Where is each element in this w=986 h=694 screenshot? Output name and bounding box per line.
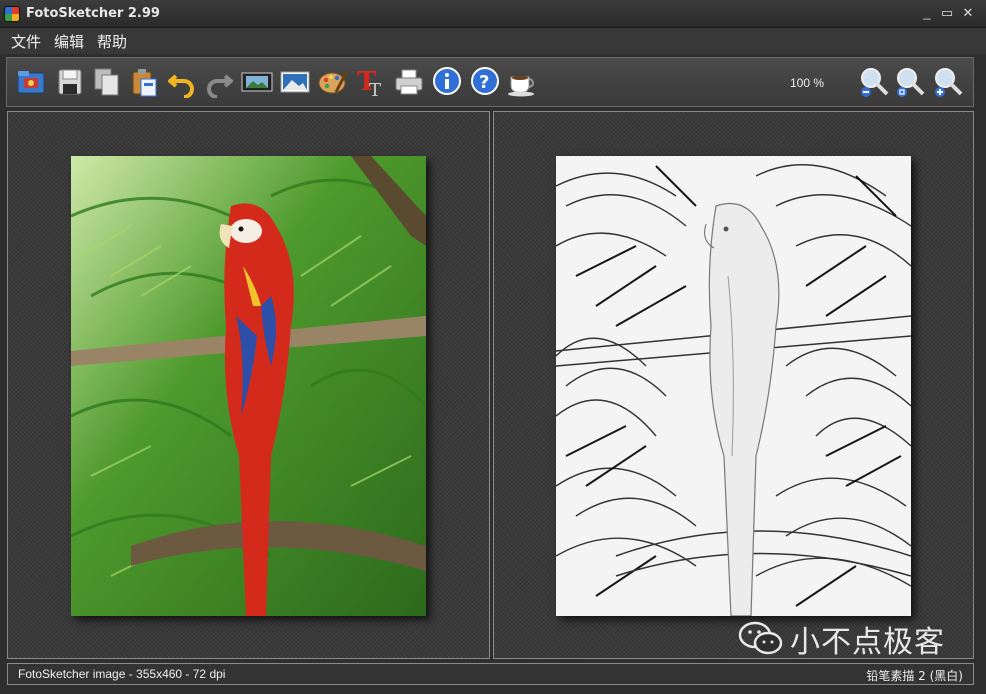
app-logo-icon bbox=[4, 6, 20, 22]
watermark-text: 小不点极客 bbox=[790, 625, 945, 660]
save-button[interactable] bbox=[53, 65, 87, 99]
close-button[interactable]: ✕ bbox=[958, 4, 978, 22]
copy-button[interactable] bbox=[90, 65, 124, 99]
menu-file[interactable]: 文件 bbox=[9, 31, 43, 52]
zoom-in-button[interactable] bbox=[931, 65, 965, 99]
image-info-status: FotoSketcher image - 355x460 - 72 dpi bbox=[18, 667, 226, 681]
text-button[interactable]: T T bbox=[353, 65, 387, 99]
info-icon bbox=[433, 67, 461, 95]
text-icon: T T bbox=[357, 67, 381, 98]
minimize-button[interactable]: _ bbox=[917, 4, 937, 22]
zoom-out-icon bbox=[861, 68, 889, 97]
image-button[interactable] bbox=[278, 65, 312, 99]
title-bar: FotoSketcher 2.99 _ ▭ ✕ bbox=[0, 0, 986, 28]
redo-button[interactable] bbox=[202, 65, 236, 99]
toolbar: T T ? 100 % bbox=[6, 57, 974, 107]
printer-icon bbox=[395, 69, 423, 95]
palette-button[interactable] bbox=[316, 65, 350, 99]
result-image-panel[interactable] bbox=[493, 111, 974, 659]
copy-icon bbox=[94, 68, 119, 96]
source-image-panel[interactable] bbox=[7, 111, 490, 659]
zoom-level: 100 % bbox=[790, 76, 825, 90]
paste-button[interactable] bbox=[127, 65, 161, 99]
landscape-image-icon bbox=[280, 71, 310, 93]
pencil-sketch-result bbox=[556, 156, 911, 616]
zoom-fit-button[interactable] bbox=[893, 65, 927, 99]
wechat-icon bbox=[738, 621, 783, 655]
zoom-out-button[interactable] bbox=[857, 65, 891, 99]
open-folder-icon bbox=[17, 71, 45, 94]
print-button[interactable] bbox=[392, 65, 426, 99]
menu-bar: 文件 编辑 帮助 bbox=[0, 28, 986, 54]
help-button[interactable]: ? bbox=[468, 65, 502, 99]
maximize-button[interactable]: ▭ bbox=[937, 4, 957, 22]
donate-coffee-button[interactable] bbox=[505, 65, 539, 99]
svg-text:?: ? bbox=[479, 72, 489, 93]
watermark: 小不点极客 bbox=[738, 618, 968, 660]
menu-help[interactable]: 帮助 bbox=[95, 31, 129, 52]
redo-icon bbox=[207, 74, 233, 98]
coffee-cup-icon bbox=[508, 76, 534, 97]
window-title: FotoSketcher 2.99 bbox=[26, 6, 160, 21]
zoom-fit-icon bbox=[897, 68, 925, 97]
undo-icon bbox=[168, 74, 194, 98]
effect-name-status: 铅笔素描 2 (黑白) bbox=[866, 669, 963, 683]
filmstrip-button[interactable] bbox=[240, 65, 274, 99]
status-bar: FotoSketcher image - 355x460 - 72 dpi 铅笔… bbox=[7, 663, 974, 685]
source-parrot-photo bbox=[71, 156, 426, 616]
info-button[interactable] bbox=[430, 65, 464, 99]
help-icon: ? bbox=[471, 67, 499, 95]
menu-edit[interactable]: 编辑 bbox=[52, 31, 86, 52]
filmstrip-icon bbox=[241, 72, 273, 92]
open-button[interactable] bbox=[14, 65, 48, 99]
palette-icon bbox=[318, 70, 349, 94]
zoom-in-icon bbox=[935, 68, 963, 97]
paste-icon bbox=[132, 69, 157, 97]
undo-button[interactable] bbox=[165, 65, 199, 99]
save-icon bbox=[58, 69, 82, 95]
svg-text:T: T bbox=[369, 80, 381, 98]
